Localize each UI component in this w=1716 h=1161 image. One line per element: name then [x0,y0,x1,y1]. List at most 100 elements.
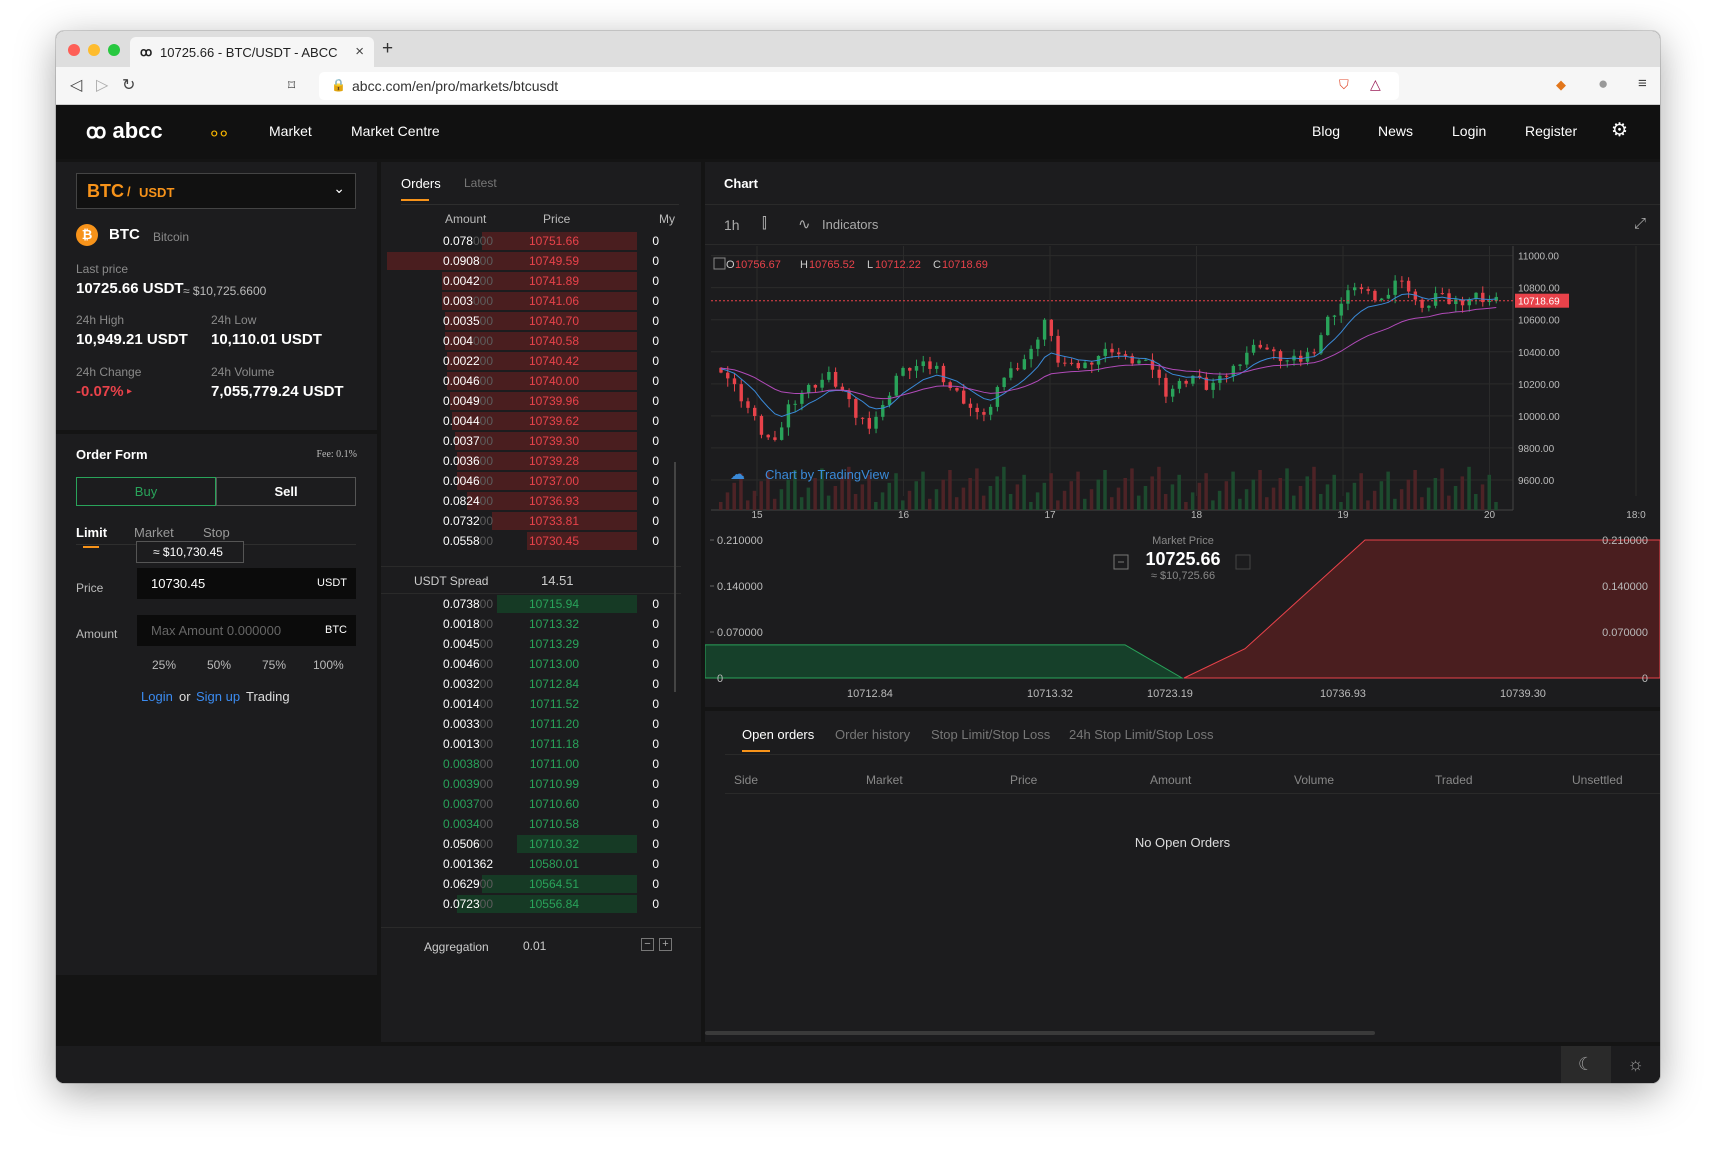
percent-50[interactable]: 50% [207,658,231,672]
nav-market-centre[interactable]: Market Centre [351,123,440,139]
aggregation-minus-icon[interactable]: − [641,938,654,951]
amount-padding: 000 [472,294,493,308]
tab-24h-stop-limit[interactable]: 24h Stop Limit/Stop Loss [1069,727,1214,742]
orders-h-scrollbar[interactable] [705,1031,1375,1035]
bid-row[interactable]: 0.004600 10713.00 0 [381,654,681,674]
tab-order-history[interactable]: Order history [835,727,910,742]
ask-row[interactable]: 0.003000 10741.06 0 [381,291,681,311]
abcc-logo[interactable]: ꝏ abcc [86,118,163,144]
price-label: Price [76,581,104,595]
new-tab-icon[interactable]: + [382,38,393,60]
browser-tab[interactable]: ꝏ 10725.66 - BTC/USDT - ABCC × [130,37,374,67]
forward-icon[interactable]: ▷ [96,75,108,95]
indicators-icon[interactable]: ∿ [798,215,811,233]
pair-selector[interactable]: BTC / USDT ⌄ [76,173,356,209]
nav-login[interactable]: Login [1452,123,1486,139]
bid-row[interactable]: 0.004500 10713.29 0 [381,634,681,654]
fullscreen-icon[interactable]: ⤢ [1634,215,1646,232]
orderbook-scrollbar[interactable] [674,462,676,692]
settings-gear-icon[interactable]: ⚙ [1611,119,1628,142]
apps-grid-icon[interactable]: ∘∘ [208,121,230,146]
order-type-stop[interactable]: Stop [203,525,230,540]
ask-row[interactable]: 0.055800 10730.45 0 [381,531,681,551]
tradingview-watermark[interactable]: Chart by TradingView [765,467,890,482]
bid-row[interactable]: 0.003800 10711.00 0 [381,754,681,774]
nav-blog[interactable]: Blog [1312,123,1340,139]
percent-100[interactable]: 100% [313,658,344,672]
percent-25[interactable]: 25% [152,658,176,672]
sell-tab-button[interactable]: Sell [216,477,356,506]
light-mode-sun-icon[interactable]: ☼ [1611,1046,1660,1083]
bid-row[interactable]: 0.062900 10564.51 0 [381,874,681,894]
ask-row[interactable]: 0.004900 10739.96 0 [381,391,681,411]
y-tick-label: 10600.00 [1518,316,1560,327]
nav-market[interactable]: Market [269,123,312,139]
bid-row[interactable]: 0.001800 10713.32 0 [381,614,681,634]
bid-row[interactable]: 0.003400 10710.58 0 [381,814,681,834]
bid-row[interactable]: 0.003700 10710.60 0 [381,794,681,814]
tab-latest[interactable]: Latest [464,176,497,190]
ask-row[interactable]: 0.004000 10740.58 0 [381,331,681,351]
buy-tab-button[interactable]: Buy [76,477,216,506]
tab-stop-limit[interactable]: Stop Limit/Stop Loss [931,727,1050,742]
bookmark-icon[interactable]: ⌑ [288,77,295,94]
candlestick-chart[interactable]: 11000.00 10800.00 10600.00 10400.00 10200.00… [705,246,1660,528]
bid-row[interactable]: 0.001400 10711.52 0 [381,694,681,714]
ask-row[interactable]: 0.082400 10736.93 0 [381,491,681,511]
bid-row[interactable]: 0.003300 10711.20 0 [381,714,681,734]
bid-row[interactable]: 0.072300 10556.84 0 [381,894,681,914]
ask-row[interactable]: 0.003600 10739.28 0 [381,451,681,471]
dark-mode-moon-icon[interactable]: ☾ [1561,1046,1611,1083]
ask-row[interactable]: 0.004400 10739.62 0 [381,411,681,431]
depth-x-tick: 10736.93 [1320,688,1366,700]
ask-row[interactable]: 0.073200 10733.81 0 [381,511,681,531]
nav-news[interactable]: News [1378,123,1413,139]
rewards-triangle-icon[interactable]: △ [1370,76,1381,93]
depth-chart[interactable]: 0.210000 0.210000 0.140000 0.140000 0.070000… [705,528,1660,704]
ask-row[interactable]: 0.090800 10749.59 0 [381,251,681,271]
ask-row[interactable]: 0.078000 10751.66 0 [381,231,681,251]
zoom-window-button[interactable] [108,44,120,56]
candle-body [1393,280,1397,295]
candle-body [1090,362,1094,365]
ask-row[interactable]: 0.004600 10737.00 0 [381,471,681,491]
signup-link[interactable]: Sign up [196,689,240,704]
bid-row[interactable]: 0.003200 10712.84 0 [381,674,681,694]
brave-shield-icon[interactable]: ⛉ [1339,77,1349,93]
tab-orders[interactable]: Orders [401,176,441,201]
indicators-button[interactable]: Indicators [822,217,878,232]
ask-row[interactable]: 0.003700 10739.30 0 [381,431,681,451]
candle-style-icon[interactable]: ⫿ [762,215,767,232]
menu-icon[interactable]: ≡ [1638,75,1647,92]
close-window-button[interactable] [68,44,80,56]
bid-row[interactable]: 0.001300 10711.18 0 [381,734,681,754]
profile-icon[interactable]: ● [1598,74,1608,94]
ohlc-toggle-icon[interactable] [713,257,726,270]
bid-row[interactable]: 0.001362 10580.01 0 [381,854,681,874]
login-link[interactable]: Login [141,689,173,704]
ask-row[interactable]: 0.004200 10741.89 0 [381,271,681,291]
metamask-icon[interactable]: ◆ [1556,77,1566,93]
price-input[interactable]: 10730.45 USDT [137,568,356,599]
interval-1h[interactable]: 1h [724,217,740,233]
percent-75[interactable]: 75% [262,658,286,672]
minimize-window-button[interactable] [88,44,100,56]
ask-row[interactable]: 0.002200 10740.42 0 [381,351,681,371]
order-type-market[interactable]: Market [134,525,174,540]
bid-row[interactable]: 0.003900 10710.99 0 [381,774,681,794]
amount-input[interactable]: Max Amount 0.000000 BTC [137,615,356,646]
url-field[interactable]: 🔒 abcc.com/en/pro/markets/btcusdt [319,72,1399,100]
reload-icon[interactable]: ↻ [122,75,135,95]
ask-row[interactable]: 0.003500 10740.70 0 [381,311,681,331]
aggregation-plus-icon[interactable]: + [659,938,672,951]
tab-open-orders[interactable]: Open orders [742,727,814,752]
ask-row[interactable]: 0.004600 10740.00 0 [381,371,681,391]
close-tab-icon[interactable]: × [355,43,364,60]
row-price: 10713.00 [528,657,579,671]
order-type-limit[interactable]: Limit [76,525,107,540]
depth-zoom-in-icon[interactable] [1235,554,1251,570]
bid-row[interactable]: 0.050600 10710.32 0 [381,834,681,854]
nav-register[interactable]: Register [1525,123,1577,139]
back-icon[interactable]: ◁ [70,75,82,95]
bid-row[interactable]: 0.073800 10715.94 0 [381,594,681,614]
